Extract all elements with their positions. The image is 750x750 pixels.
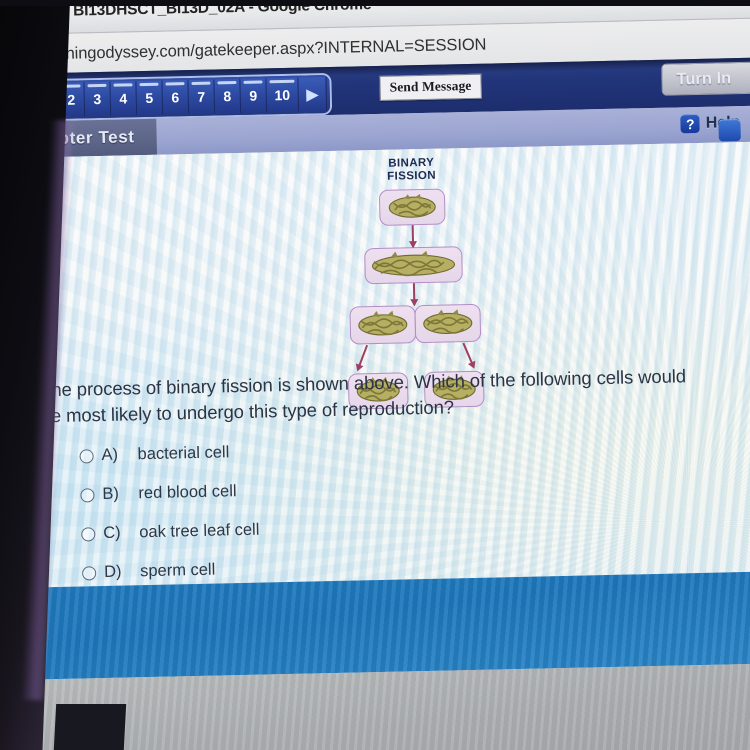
diagram-stage-1-box xyxy=(378,188,446,226)
pager-next-arrow-icon[interactable]: ▶ xyxy=(298,77,328,112)
diagram-stage-3-row xyxy=(324,303,505,370)
page-footer-band xyxy=(12,571,750,681)
pager-page-5[interactable]: 5 xyxy=(136,80,164,116)
monitor-photo: Chapter Test BI13DHSCT_BI13D_02A - Googl… xyxy=(0,0,750,750)
answer-option-b[interactable]: B) red blood cell xyxy=(80,475,580,505)
option-letter-d: D) xyxy=(103,562,122,582)
photo-top-edge xyxy=(0,0,750,6)
question-text: The process of binary fission is shown a… xyxy=(39,365,687,427)
diagram-arrow-3-right xyxy=(462,342,475,368)
question-mark-icon[interactable]: ? xyxy=(680,113,701,134)
pager-page-8[interactable]: 8 xyxy=(214,78,242,114)
option-label-d[interactable]: sperm cell xyxy=(140,561,216,582)
bacterial-cell-icon xyxy=(388,193,436,218)
diagram-title: BINARY FISSION xyxy=(321,155,502,185)
diagram-stage-3-box-right xyxy=(413,303,481,343)
bacterial-cell-icon xyxy=(371,250,456,276)
answer-options: A) bacterial cell B) red blood cell C) o… xyxy=(79,436,582,588)
diagram-stage-2-box xyxy=(364,245,463,285)
send-message-button[interactable]: Send Message xyxy=(379,73,482,101)
address-bar-url[interactable]: www.thelearningodyssey.com/gatekeeper.as… xyxy=(0,35,487,65)
option-letter-b: B) xyxy=(102,484,120,504)
radio-button-a[interactable] xyxy=(79,448,94,464)
pager-page-10[interactable]: 10 xyxy=(266,77,300,113)
option-label-b[interactable]: red blood cell xyxy=(138,482,237,503)
option-letter-a: A) xyxy=(101,445,119,465)
turn-in-button[interactable]: Turn In xyxy=(661,61,750,96)
radio-button-b[interactable] xyxy=(80,487,95,503)
option-label-a[interactable]: bacterial cell xyxy=(137,443,229,464)
diagram-stage-3-box-left xyxy=(348,304,416,345)
diagram-arrow-1 xyxy=(411,224,415,247)
diagram-stage-1-row xyxy=(322,187,503,227)
diagram-arrow-3-left xyxy=(356,344,369,370)
diagram-stage-2-row xyxy=(323,245,504,285)
answer-option-a[interactable]: A) bacterial cell xyxy=(79,436,579,466)
radio-button-c[interactable] xyxy=(81,526,96,542)
option-label-c[interactable]: oak tree leaf cell xyxy=(139,521,260,543)
pager-page-3[interactable]: 3 xyxy=(84,81,112,117)
bacterial-cell-icon xyxy=(422,309,472,334)
panel-toggle-button[interactable] xyxy=(718,119,741,142)
help-control[interactable]: ? Help xyxy=(680,113,741,142)
diagram-title-line-2: FISSION xyxy=(387,169,437,183)
pager-page-9[interactable]: 9 xyxy=(240,78,268,113)
question-content-area: BINARY FISSION The process of binary fis… xyxy=(3,141,750,589)
answer-option-c[interactable]: C) oak tree leaf cell xyxy=(81,514,581,544)
diagram-arrow-2 xyxy=(412,282,416,305)
option-letter-c: C) xyxy=(103,523,121,543)
screen-surface: Chapter Test BI13DHSCT_BI13D_02A - Googl… xyxy=(0,0,750,750)
monitor-stand xyxy=(53,704,127,750)
pager-page-4[interactable]: 4 xyxy=(110,81,138,116)
bacterial-cell-icon xyxy=(357,310,407,336)
pager-page-6[interactable]: 6 xyxy=(162,80,190,115)
radio-button-d[interactable] xyxy=(81,565,97,580)
pager-page-7[interactable]: 7 xyxy=(188,79,216,115)
